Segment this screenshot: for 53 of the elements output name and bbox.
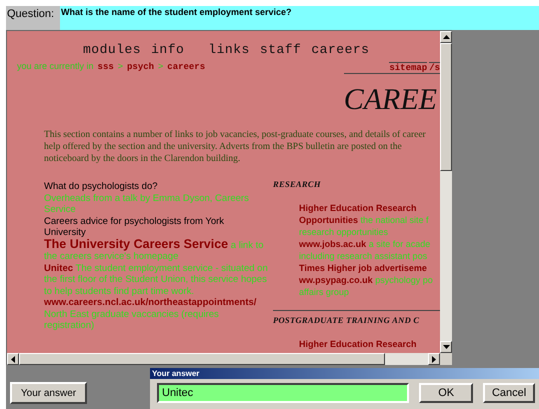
link-description: including research assistant pos bbox=[299, 251, 428, 261]
question-label: Question: bbox=[6, 6, 60, 30]
question-text: What is the name of the student employment service? bbox=[60, 6, 539, 30]
breadcrumb-text: > bbox=[118, 61, 124, 71]
link-description: affairs group bbox=[299, 287, 349, 297]
scrollbar-corner bbox=[440, 353, 452, 365]
link[interactable]: Unitec bbox=[44, 262, 74, 274]
intro-text: noticeboard by the doors in the Clarendon building. bbox=[44, 153, 242, 165]
section-heading: POSTGRADUATE TRAINING AND C bbox=[273, 314, 420, 326]
breadcrumb-link[interactable]: careers bbox=[167, 62, 206, 72]
link-description: Overheads from a talk by Emma Dyson, Careers Service bbox=[44, 192, 250, 216]
breadcrumb-link[interactable]: sss bbox=[98, 62, 114, 72]
nav-link[interactable]: modules bbox=[83, 42, 142, 57]
section-heading: RESEARCH bbox=[273, 181, 322, 190]
answer-field[interactable]: Unitec bbox=[157, 383, 410, 403]
link-description: psychology po bbox=[375, 275, 433, 285]
horizontal-scrollbar[interactable] bbox=[7, 353, 440, 365]
breadcrumb-text: you are currently in bbox=[17, 61, 94, 71]
intro-text: help offered by the section and the university. Adverts from the BPS bulletin are posted on the bbox=[44, 141, 403, 153]
right-arrow-icon bbox=[432, 356, 436, 362]
link-description: the national site f bbox=[360, 215, 429, 225]
link[interactable]: www.careers.ncl.ac.uk/northeastappointments/ bbox=[44, 297, 256, 308]
nav-link[interactable]: careers bbox=[311, 42, 370, 57]
link-description: a site for acade bbox=[368, 239, 430, 249]
link[interactable]: Higher Education Research bbox=[299, 203, 417, 213]
link[interactable]: ww.psypag.co.uk bbox=[299, 275, 373, 285]
link[interactable]: What do psychologists do? bbox=[44, 181, 268, 192]
link-entry: www.careers.ncl.ac.uk/northeastappointments/ North East graduate vaccancies (requires registration) bbox=[44, 297, 258, 332]
ok-button[interactable]: OK bbox=[419, 383, 474, 403]
link[interactable]: Careers advice for psychologists from York University bbox=[44, 216, 268, 238]
page-title: CAREE bbox=[344, 82, 438, 118]
link[interactable]: Higher Education Research bbox=[299, 339, 417, 349]
link-entry: The University Careers Service a link to the careers service's homepage bbox=[44, 238, 265, 262]
cancel-button[interactable]: Cancel bbox=[483, 383, 535, 403]
link[interactable]: Times Higher job advertiseme bbox=[299, 263, 427, 273]
dialog-title: Your answer bbox=[150, 368, 539, 379]
nav-link[interactable]: info bbox=[151, 42, 184, 57]
link-description: research opportunities bbox=[299, 227, 388, 237]
down-arrow-icon bbox=[442, 345, 450, 349]
your-answer-button[interactable]: Your answer bbox=[10, 382, 87, 404]
breadcrumb-text: > bbox=[158, 61, 164, 71]
up-arrow-icon bbox=[442, 35, 450, 39]
link[interactable]: Opportunities bbox=[299, 215, 358, 225]
nav-link[interactable]: staff bbox=[260, 42, 302, 57]
nav-link[interactable]: links bbox=[208, 42, 250, 57]
sitemap-link[interactable]: sitemap bbox=[389, 62, 428, 73]
vertical-scrollbar[interactable] bbox=[440, 31, 452, 353]
link[interactable]: The University Careers Service bbox=[44, 236, 228, 250]
left-arrow-icon bbox=[11, 356, 15, 362]
link-entry: Unitec The student employment service - situated on the first floor of the Student Union, this service hopes to help students find part time work. bbox=[44, 262, 268, 297]
intro-text: This section contains a number of links to job vacancies, post-graduate courses, and details of career bbox=[44, 129, 427, 141]
breadcrumb-link[interactable]: psych bbox=[127, 62, 154, 72]
link[interactable]: www.jobs.ac.uk bbox=[299, 239, 366, 249]
